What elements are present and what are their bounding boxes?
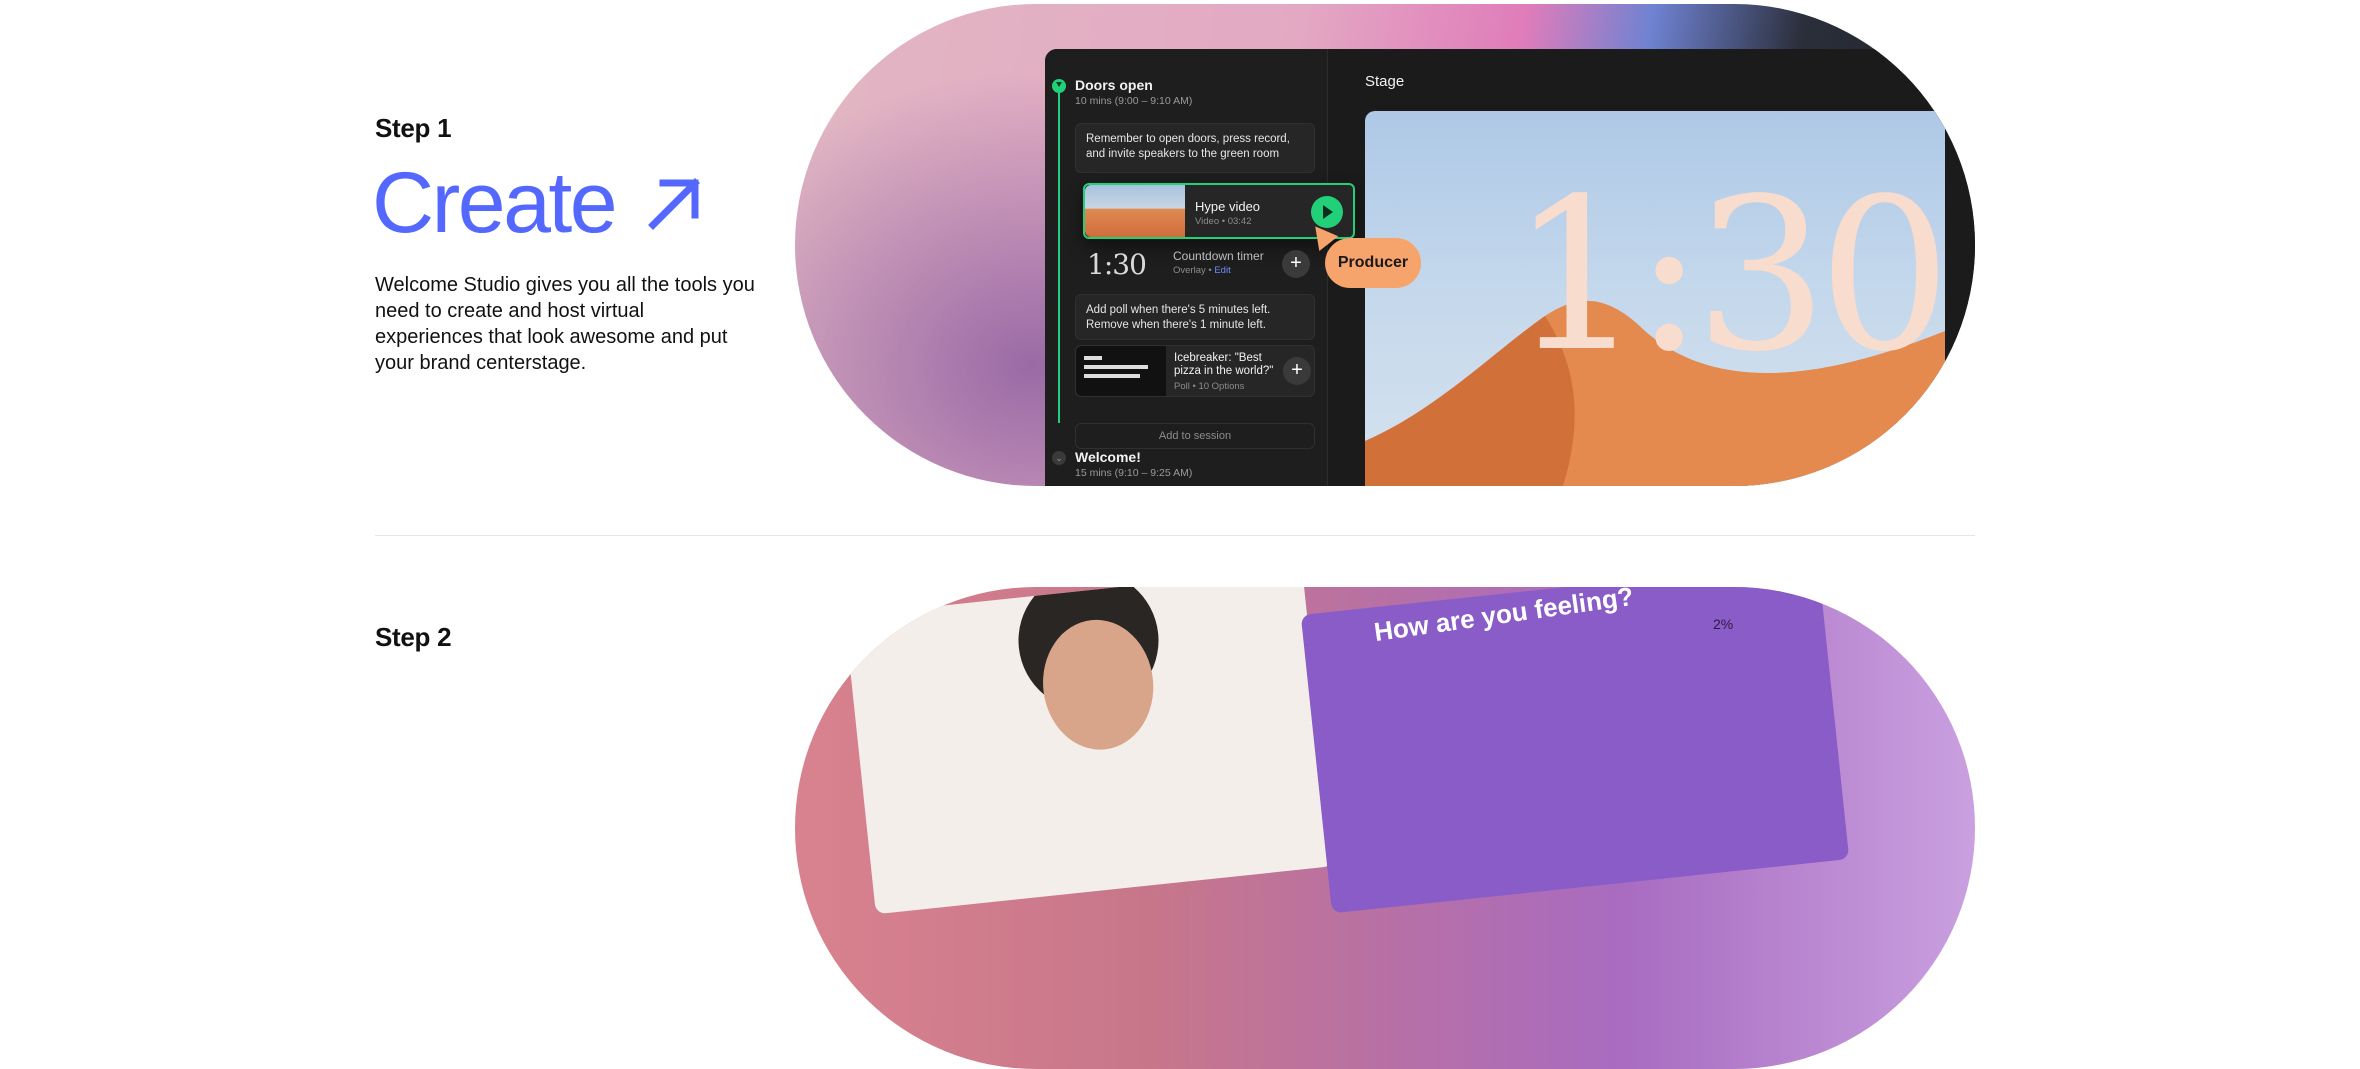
section-divider: [375, 535, 1975, 536]
plus-icon[interactable]: +: [1282, 250, 1310, 278]
poll-card[interactable]: Icebreaker: "Best pizza in the world?" P…: [1075, 345, 1315, 397]
step-1-hero-image: Doors open 10 mins (9:00 – 9:10 AM) Reme…: [795, 4, 1975, 486]
create-heading[interactable]: Create: [372, 160, 705, 246]
countdown-timer-preview: 1:30: [1087, 248, 1147, 281]
segment-title[interactable]: Welcome!: [1075, 449, 1141, 465]
poll-percent: 2%: [1713, 616, 1734, 632]
edit-link[interactable]: Edit: [1214, 265, 1230, 276]
countdown-timer-title: Countdown timer: [1173, 249, 1264, 263]
hype-video-thumbnail: [1085, 185, 1185, 237]
poll-title: Icebreaker: "Best pizza in the world?": [1174, 352, 1274, 377]
step-1-description: Welcome Studio gives you all the tools y…: [375, 274, 755, 374]
poll-thumbnail: [1076, 346, 1166, 396]
chevron-down-icon[interactable]: ⌄: [1052, 451, 1066, 465]
run-of-show-sidebar: Doors open 10 mins (9:00 – 9:10 AM) Reme…: [1045, 49, 1355, 486]
note-card: Add poll when there's 5 minutes left. Re…: [1075, 294, 1315, 340]
note-text: Add poll when there's 5 minutes left. Re…: [1086, 304, 1271, 331]
poll-meta: Poll • 10 Options: [1174, 381, 1245, 392]
add-to-session-button[interactable]: Add to session: [1075, 423, 1315, 449]
segment-active-indicator[interactable]: [1052, 79, 1066, 93]
arrow-up-right-icon: [648, 178, 701, 230]
step-1-label: Step 1: [375, 113, 452, 143]
step-2-label: Step 2: [375, 622, 452, 652]
note-card: Remember to open doors, press record, an…: [1075, 123, 1315, 173]
hype-video-title: Hype video: [1195, 199, 1261, 214]
stage-preview: 1:30: [1365, 111, 1945, 486]
stage-countdown-timer: 1:30: [1510, 153, 1945, 398]
countdown-timer-meta: Overlay • Edit: [1173, 265, 1231, 276]
segment-time: 15 mins (9:10 – 9:25 AM): [1075, 467, 1193, 479]
segment-title[interactable]: Doors open: [1075, 77, 1153, 93]
countdown-timer-card[interactable]: 1:30 Countdown timer Overlay • Edit +: [1075, 245, 1315, 283]
timeline-rail: [1058, 91, 1060, 423]
create-heading-text: Create: [372, 155, 618, 251]
segment-time: 10 mins (9:00 – 9:10 AM): [1075, 95, 1193, 107]
note-text: Remember to open doors, press record, an…: [1086, 133, 1290, 160]
speaker-video-card: [844, 587, 1334, 915]
step-2-hero-image: How are you feeling? 2%: [795, 587, 1975, 1069]
producer-cursor-label: Producer: [1325, 238, 1421, 288]
stage-label: Stage: [1365, 73, 1405, 90]
hype-video-meta: Video • 03:42: [1195, 216, 1252, 227]
studio-app-window: Doors open 10 mins (9:00 – 9:10 AM) Reme…: [1045, 49, 1975, 486]
plus-icon[interactable]: +: [1283, 357, 1311, 385]
